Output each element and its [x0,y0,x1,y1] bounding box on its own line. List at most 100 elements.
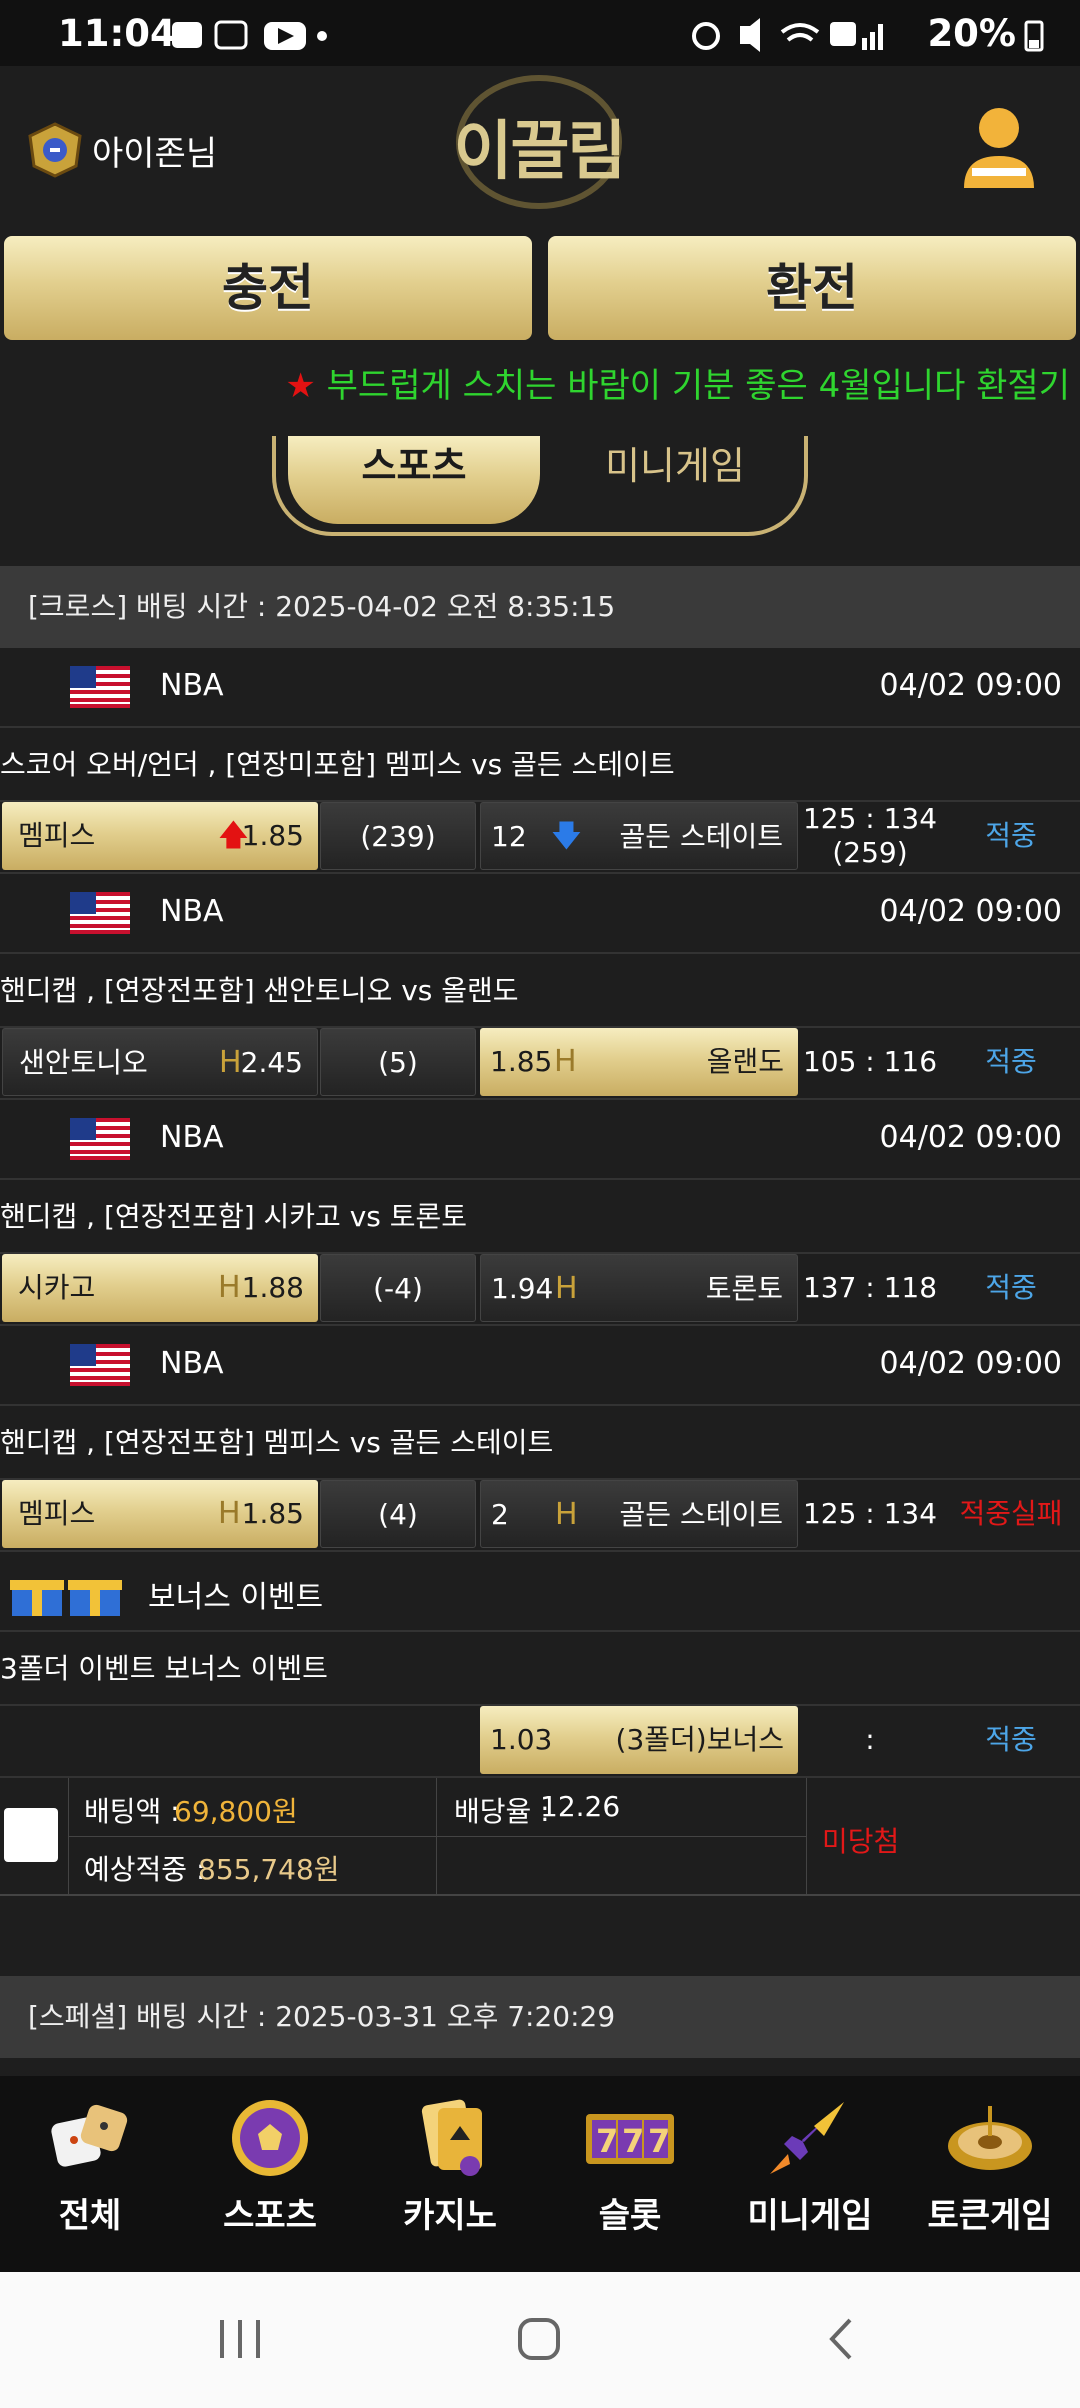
line-value: (5) [320,1028,476,1096]
bonus-odds-button[interactable]: 1.03 (3폴더)보너스 [480,1706,798,1774]
svg-text:7: 7 [648,2122,670,2160]
home-odds: 1.85 [241,1497,304,1530]
system-nav-bar [0,2272,1080,2408]
away-odds-button[interactable]: 1.94 H 토론토 [480,1254,798,1322]
home-odds-button[interactable]: 샌안토니오 H 2.45 [2,1028,318,1096]
nav-sports[interactable]: 스포츠 [180,2096,360,2237]
nav-casino[interactable]: 카지노 [360,2096,540,2237]
nav-token-game[interactable]: 토큰게임 [900,2096,1080,2237]
away-odds: 2 [491,1498,509,1531]
username[interactable]: 아이존님 [92,126,217,175]
recent-apps-icon[interactable] [216,2318,264,2360]
rank-badge-icon [28,122,82,178]
final-score: 137 : 118 [802,1271,938,1304]
usa-flag-icon [70,666,130,708]
bet-section-header: [크로스] 배팅 시간 : 2025-04-02 오전 8:35:15 [0,566,1080,648]
away-odds: 1.85 [490,1045,553,1078]
home-odds-button[interactable]: 멤피스 🡅 1.85 [2,802,318,870]
status-time: 11:04 [58,12,176,55]
home-team: 멤피스 [18,819,96,852]
back-icon[interactable] [826,2316,856,2362]
odds-rate-label: 배당율 : [454,1795,550,1828]
notification-icons [172,20,327,50]
battery-percent: 20% [927,12,1016,55]
final-score: 125 : 134 (259) [802,802,938,870]
logo[interactable]: 이끌림 [444,72,634,212]
battery-icon [1024,20,1044,52]
home-team: 샌안토니오 [19,1046,148,1079]
away-odds: 1.94 [491,1272,554,1305]
home-odds-button[interactable]: 시카고 H 1.88 [2,1254,318,1322]
away-odds: 12 [491,820,527,853]
exchange-button[interactable]: 환전 [548,236,1076,340]
usa-flag-icon [70,1344,130,1386]
gift-icon [10,1580,122,1616]
away-team: 토론토 [705,1272,783,1305]
final-score: : [865,1723,875,1756]
status-bar: 11:04 20% [0,0,1080,66]
away-odds-button[interactable]: 2 H 골든 스테이트 [480,1480,798,1548]
select-checkbox[interactable] [4,1808,58,1862]
nav-minigame[interactable]: 미니게임 [720,2096,900,2237]
bet-status: 미당첨 [822,1825,900,1858]
away-team: 골든 스테이트 [619,820,783,853]
nav-label: 슬롯 [598,2196,662,2236]
nav-label: 토큰게임 [927,2196,1053,2236]
score-total: (259) [832,836,908,869]
result-status: 적중 [985,1045,1037,1078]
expected-win-value: 855,748원 [198,1853,340,1886]
playing-cards-icon [421,2099,482,2176]
game-datetime: 04/02 09:00 [879,894,1062,929]
charge-button[interactable]: 충전 [4,236,532,340]
away-odds-button[interactable]: 1.85 H 올랜도 [480,1028,798,1096]
home-icon[interactable] [516,2316,562,2362]
bonus-odds: 1.03 [490,1723,553,1756]
home-odds-button[interactable]: 멤피스 H 1.85 [2,1480,318,1548]
handicap-icon: H [218,1496,241,1531]
league-name: NBA [160,1346,224,1381]
tab-minigame[interactable]: 미니게임 [560,436,790,524]
league-name: NBA [160,668,224,703]
market-row: 핸디캡 , [연장전포함] 시카고 vs 토론토 [0,1180,1080,1254]
user-profile-icon[interactable] [962,104,1036,190]
game-datetime: 04/02 09:00 [879,668,1062,703]
odds-row: 1.03 (3폴더)보너스 : 적중 [0,1702,1080,1778]
away-team: 골든 스테이트 [619,1498,783,1531]
market-row: 3폴더 이벤트 보너스 이벤트 [0,1632,1080,1706]
home-odds: 2.45 [240,1046,303,1079]
result-status: 적중실패 [959,1497,1063,1530]
league-row: NBA 04/02 09:00 [0,874,1080,954]
market-row: 핸디캡 , [연장전포함] 멤피스 vs 골든 스테이트 [0,1406,1080,1480]
star-icon: ★ [285,366,316,406]
bottom-nav: 전체 스포츠 카지노 777 슬롯 미니게임 토큰게임 [0,2076,1080,2272]
away-odds-button[interactable]: 12 🡇 골든 스테이트 [480,802,798,870]
result-status: 적중 [985,1271,1037,1304]
bonus-label: (3폴더)보너스 [615,1723,784,1756]
bonus-title: 보너스 이벤트 [148,1580,324,1615]
line-value: (-4) [320,1254,476,1322]
nav-label: 카지노 [403,2196,497,2236]
handicap-icon: H [219,1045,242,1080]
nav-slot[interactable]: 777 슬롯 [540,2096,720,2237]
market-row: 핸디캡 , [연장전포함] 샌안토니오 vs 올랜도 [0,954,1080,1028]
logo-text: 이끌림 [453,115,627,189]
league-name: NBA [160,1120,224,1155]
bet-section-header: [스페셜] 배팅 시간 : 2025-03-31 오후 7:20:29 [0,1976,1080,2058]
roulette-icon [948,2106,1032,2170]
nav-all[interactable]: 전체 [0,2096,180,2237]
app-header: 아이존님 이끌림 [0,66,1080,226]
home-odds: 1.85 [241,819,304,852]
game-datetime: 04/02 09:00 [879,1120,1062,1155]
league-row: NBA 04/02 09:00 [0,1326,1080,1406]
league-row: NBA 04/02 09:00 [0,1100,1080,1180]
odds-row: 시카고 H 1.88 (-4) 1.94 H 토론토 137 : 118 적중 [0,1250,1080,1326]
svg-text:7: 7 [622,2122,644,2160]
league-name: NBA [160,894,224,929]
odds-row: 멤피스 🡅 1.85 (239) 12 🡇 골든 스테이트 125 : 134 (259)… [0,798,1080,874]
soccer-ball-icon [232,2100,308,2176]
league-row: NBA 04/02 09:00 [0,648,1080,728]
svg-text:7: 7 [596,2122,618,2160]
handicap-icon: H [555,1497,578,1532]
tab-sports[interactable]: 스포츠 [288,436,540,524]
line-value: (239) [320,802,476,870]
